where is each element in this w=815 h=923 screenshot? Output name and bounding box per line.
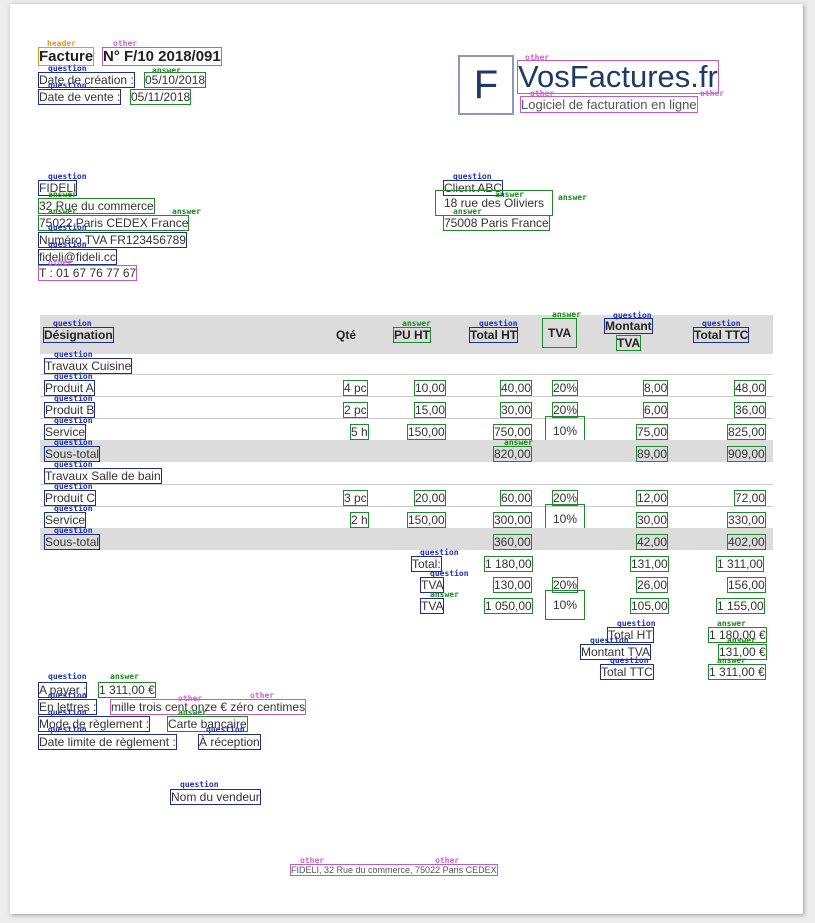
item-ttc: 825,00 xyxy=(727,424,766,440)
subtotal-ttc: 402,00 xyxy=(727,534,766,550)
invoice-number: N° F/10 2018/091 xyxy=(102,47,222,66)
item-ht: 300,00 xyxy=(493,512,532,528)
question-tag: question xyxy=(48,223,87,232)
item-montant: 6,00 xyxy=(643,402,669,418)
invoice-page: header other Facture N° F/10 2018/091 qu… xyxy=(10,4,803,914)
logo-box: F xyxy=(458,55,514,115)
item-qty: 2 pc xyxy=(343,402,368,418)
item-ttc: 72,00 xyxy=(734,490,767,506)
item-qty: 5 h xyxy=(350,424,369,440)
item-ht: 60,00 xyxy=(500,490,533,506)
creation-date-value: 05/10/2018 xyxy=(144,72,207,88)
row-divider xyxy=(40,506,773,507)
row-divider xyxy=(40,374,773,375)
total-ht: 1 180,00 xyxy=(484,556,533,572)
client-city: 75008 Paris France xyxy=(443,215,550,231)
logo-letter: F xyxy=(473,63,499,107)
deadline-label: Date limite de règlement : xyxy=(38,734,177,750)
item-ttc: 48,00 xyxy=(734,380,767,396)
brand-tagline: Logiciel de facturation en ligne xyxy=(520,96,698,113)
footer-text: FIDELI, 32 Rue du commerce, 75022 Paris … xyxy=(290,864,498,876)
summary-total-ttc: 1 311,00 € xyxy=(708,664,766,680)
col-montant: Montant xyxy=(604,318,653,334)
question-tag: question xyxy=(48,725,87,734)
sale-date-label: Date de vente : xyxy=(38,89,122,105)
item-pu: 20,00 xyxy=(414,490,447,506)
other-tag: other xyxy=(700,89,725,98)
tva-row-ht: 130,00 xyxy=(493,577,532,593)
item-montant: 30,00 xyxy=(636,512,669,528)
tva-row-montant: 26,00 xyxy=(636,577,669,593)
subtotal-ht: 820,00 xyxy=(493,446,532,462)
item-montant: 12,00 xyxy=(636,490,669,506)
question-tag: question xyxy=(48,240,87,249)
col-montant-tva: TVA xyxy=(616,335,642,351)
item-pu: 150,00 xyxy=(407,512,446,528)
col-pu-ht: PU HT xyxy=(393,327,431,343)
sale-date-value: 05/11/2018 xyxy=(130,89,192,105)
item-qty: 3 pc xyxy=(343,490,368,506)
tva-row-label: TVA xyxy=(420,598,445,614)
subtotal-label: Sous-total xyxy=(44,534,101,550)
item-ht: 30,00 xyxy=(500,402,533,418)
total-ttc: 1 311,00 xyxy=(716,556,764,572)
seller-signature-label: Nom du vendeur xyxy=(170,789,261,805)
due-value: 1 311,00 € xyxy=(98,682,156,698)
question-tag: question xyxy=(180,780,219,789)
answer-tag: answer xyxy=(558,193,587,202)
item-montant: 8,00 xyxy=(643,380,669,396)
row-divider xyxy=(40,484,773,485)
row-divider xyxy=(40,418,773,419)
row-divider xyxy=(40,396,773,397)
item-ht: 40,00 xyxy=(500,380,533,396)
seller-phone: T : 01 67 76 77 67 xyxy=(38,265,138,281)
subtotal-montant: 42,00 xyxy=(636,534,669,550)
tva-row-ttc: 156,00 xyxy=(727,577,766,593)
col-qty: Qté xyxy=(336,328,357,342)
item-pu: 10,00 xyxy=(414,380,447,396)
item-ttc: 36,00 xyxy=(734,402,767,418)
subtotal-ttc: 909,00 xyxy=(727,446,766,462)
item-qty: 2 h xyxy=(350,512,369,528)
subtotal-montant: 89,00 xyxy=(636,446,669,462)
item-pu: 15,00 xyxy=(414,402,447,418)
question-tag: question xyxy=(206,725,245,734)
item-ttc: 330,00 xyxy=(727,512,766,528)
item-pu: 150,00 xyxy=(407,424,446,440)
item-qty: 4 pc xyxy=(343,380,368,396)
col-total-ttc: Total TTC xyxy=(693,327,750,343)
tva-row-montant: 105,00 xyxy=(630,598,669,614)
tva-row-ttc: 1 155,00 xyxy=(716,598,765,614)
col-designation: Désignation xyxy=(43,327,114,343)
subtotal-ht: 360,00 xyxy=(493,534,532,550)
tva-row-rate: 10% xyxy=(545,590,586,620)
col-tva: TVA xyxy=(542,318,578,348)
words-value: mille trois cent onze € zéro centimes xyxy=(110,699,307,715)
total-montant: 131,00 xyxy=(630,556,669,572)
col-total-ht: Total HT xyxy=(469,327,519,343)
item-montant: 75,00 xyxy=(636,424,669,440)
question-tag: question xyxy=(48,672,87,681)
summary-total-ttc-label: Total TTC xyxy=(600,664,654,680)
tva-row-ht: 1 050,00 xyxy=(484,598,533,614)
deadline-value: À réception xyxy=(198,734,261,750)
item-tva: 20% xyxy=(552,380,579,396)
answer-tag: answer xyxy=(110,672,139,681)
